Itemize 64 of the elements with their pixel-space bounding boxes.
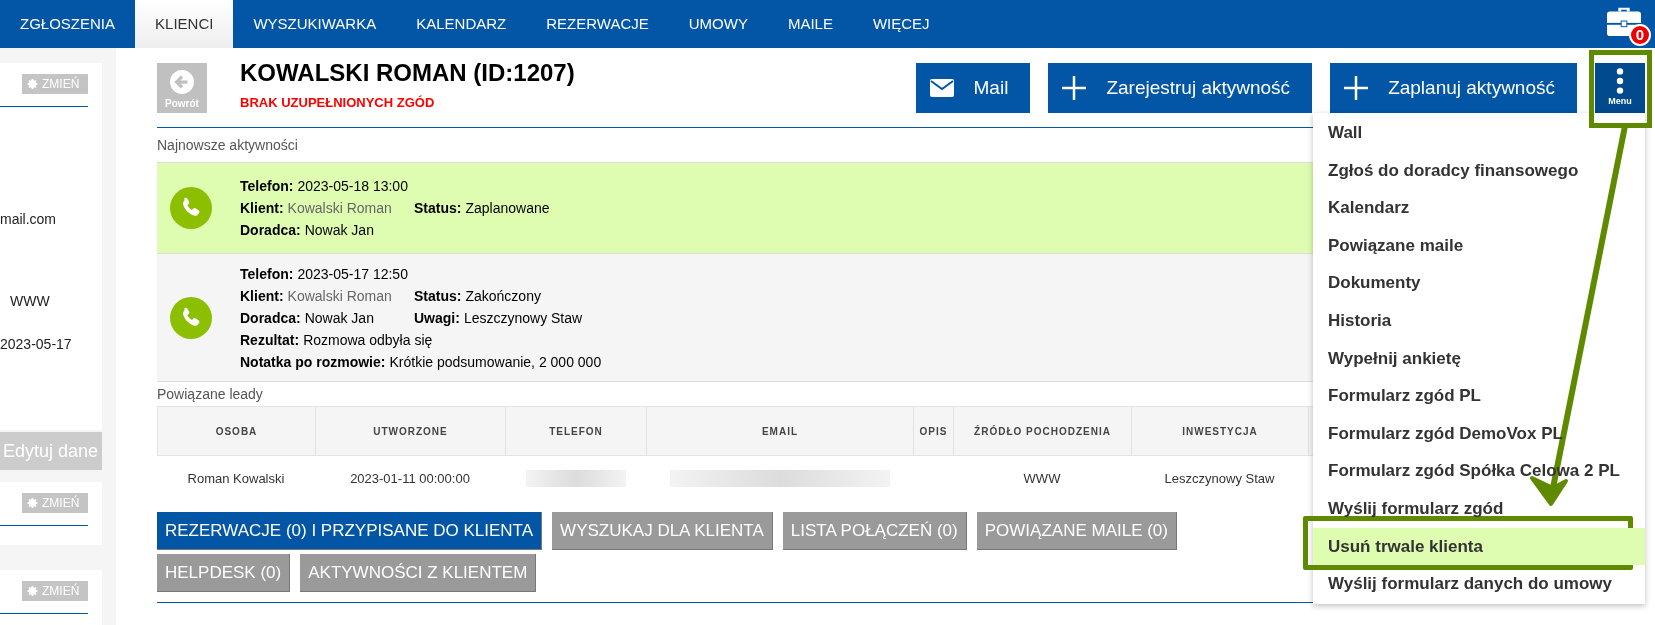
activity-field: Rezultat: Rozmowa odbyła się bbox=[240, 328, 433, 351]
menu-item[interactable]: Wypełnij ankietę bbox=[1313, 339, 1645, 378]
activity-field: Telefon: 2023-05-18 13:00 bbox=[240, 175, 408, 197]
plus-icon bbox=[1344, 76, 1369, 100]
menu-button[interactable]: Menu bbox=[1595, 63, 1645, 113]
phone-icon bbox=[170, 296, 212, 339]
column-header: OPIS bbox=[914, 407, 954, 455]
client-title: KOWALSKI ROMAN (ID:1207) bbox=[240, 59, 575, 87]
nav-tab[interactable]: REZERWACJE bbox=[526, 0, 669, 48]
activity-field: Telefon: 2023-05-17 12:50 bbox=[240, 262, 408, 285]
section-heading: Powiązane leady bbox=[157, 385, 263, 404]
menu-item[interactable]: Wall bbox=[1313, 114, 1645, 152]
table-cell-text: 2023-01-11 00:00:00 bbox=[350, 469, 470, 488]
envelope-icon bbox=[929, 79, 954, 97]
activity-field: Uwagi: Leszczynowy Staw bbox=[414, 306, 583, 329]
table-cell-text: Roman Kowalski bbox=[187, 469, 285, 488]
menu-item[interactable]: Dokumenty bbox=[1313, 264, 1645, 302]
plus-icon bbox=[1062, 76, 1087, 100]
menu-item[interactable]: Zgłoś do doradcy finansowego bbox=[1313, 151, 1645, 190]
activity-field: Status: Zakończony bbox=[414, 284, 541, 307]
menu-item[interactable]: Usuń trwale klienta bbox=[1313, 527, 1645, 566]
menu-item[interactable]: Powiązane maile bbox=[1313, 226, 1645, 265]
menu-item[interactable]: Formularz zgód PL bbox=[1313, 377, 1645, 415]
activity-field: Status: Zaplanowane bbox=[414, 197, 550, 219]
action-button[interactable]: Zarejestruj aktywność bbox=[1048, 63, 1313, 113]
phone-icon bbox=[170, 187, 212, 229]
field-value: mail.com bbox=[0, 210, 57, 229]
menu-item[interactable]: Kalendarz bbox=[1313, 189, 1645, 227]
action-button[interactable]: Zaplanuj aktywność bbox=[1330, 63, 1577, 113]
consent-warning: BRAK UZUPEŁNIONYCH ZGÓD bbox=[240, 94, 436, 112]
activity-field: Notatka po rozmowie: Krótkie podsumowanie, 2 000 000 bbox=[240, 350, 602, 373]
dots-icon bbox=[1616, 67, 1624, 95]
column-header: EMAIL bbox=[647, 407, 914, 455]
nav-tab[interactable]: KLIENCI bbox=[135, 0, 234, 48]
count-badge: 0 bbox=[1629, 24, 1651, 46]
column-header: UTWORZONE bbox=[316, 407, 506, 455]
activity-field: Klient: Kowalski Roman bbox=[240, 197, 414, 219]
gear-icon bbox=[27, 585, 39, 597]
column-header: INWESTYCJA bbox=[1132, 407, 1309, 455]
nav-tab[interactable]: WYSZUKIWARKA bbox=[233, 0, 397, 48]
nav-tab[interactable]: KALENDARZ bbox=[396, 0, 527, 48]
action-button[interactable]: Mail bbox=[915, 63, 1031, 113]
gear-icon bbox=[27, 78, 39, 90]
activity-field: Doradca: Nowak Jan bbox=[240, 306, 414, 329]
field-value: 2023-05-17 bbox=[0, 335, 73, 354]
activity-field: Klient: Kowalski Roman bbox=[240, 284, 414, 307]
nav-tab[interactable]: ZGŁOSZENIA bbox=[0, 0, 136, 48]
table-cell-text: WWW bbox=[1023, 469, 1061, 488]
column-header: OSOBA bbox=[158, 407, 316, 455]
column-header: ŹRÓDŁO POCHODZENIA bbox=[954, 407, 1132, 455]
menu-item[interactable]: Wyślij formularz danych do umowy bbox=[1313, 565, 1645, 603]
nav-tab[interactable]: UMOWY bbox=[668, 0, 768, 48]
nav-tab[interactable]: MAILE bbox=[767, 0, 853, 48]
nav-tab[interactable]: WIĘCEJ bbox=[852, 0, 950, 48]
section-heading: Najnowsze aktywności bbox=[157, 136, 298, 155]
column-header: TELEFON bbox=[506, 407, 647, 455]
field-value: WWW bbox=[10, 292, 51, 311]
menu-item[interactable]: Historia bbox=[1313, 301, 1645, 340]
client-tab[interactable]: REZERWACJE (0) I PRZYPISANE DO KLIENTA bbox=[157, 512, 543, 550]
activity-field: Doradca: Nowak Jan bbox=[240, 219, 374, 241]
menu-item[interactable]: Wyślij formularz zgód bbox=[1313, 489, 1645, 528]
table-cell-text: Leszczynowy Staw bbox=[1164, 469, 1275, 488]
gear-icon bbox=[27, 497, 39, 509]
briefcase-button[interactable]: 0 bbox=[1605, 2, 1651, 46]
